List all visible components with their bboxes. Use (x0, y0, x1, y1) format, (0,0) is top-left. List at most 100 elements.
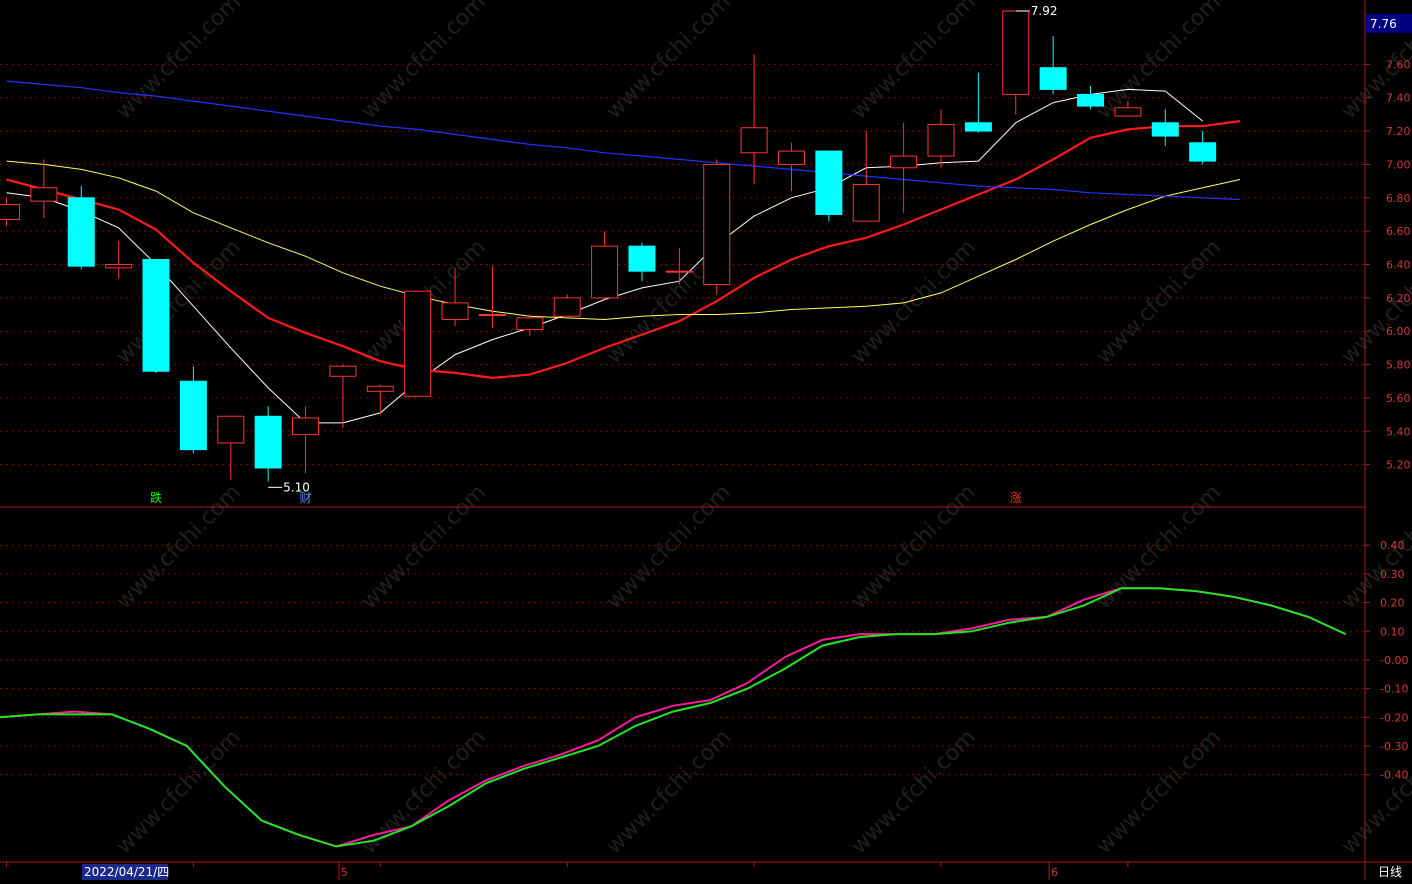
candle-body-down (67, 197, 95, 267)
watermark-text: www.cfchi.com (0, 0, 1, 124)
date-cursor-label: 2022/04/21/四 (84, 865, 169, 879)
price-panel[interactable]: 7.925.10跌财涨 (0, 4, 1241, 505)
indicator-tick-label: 0.30 (1380, 568, 1405, 581)
watermark-text: www.cfchi.com (602, 0, 736, 124)
watermark-text: www.cfchi.com (357, 0, 491, 124)
price-tick-label: 6.40 (1386, 259, 1411, 272)
candle-body-up (292, 417, 320, 436)
candle[interactable] (964, 72, 992, 133)
candle[interactable] (105, 241, 133, 278)
candle-body-up (217, 415, 245, 444)
candle[interactable] (0, 197, 20, 227)
candle-body-up (0, 203, 20, 220)
current-price-label: 7.76 (1370, 17, 1397, 31)
candle[interactable] (1077, 86, 1105, 110)
candle-body-up (366, 385, 394, 392)
watermark-text: www.cfchi.com (112, 480, 246, 614)
candle-body-up (740, 127, 768, 154)
watermark-text: www.cfchi.com (1092, 480, 1226, 614)
watermark-text: www.cfchi.com (112, 725, 246, 859)
candle-body-up (441, 302, 469, 321)
candle[interactable] (478, 266, 506, 328)
candle[interactable] (703, 159, 731, 295)
high-price-label: 7.92 (1031, 4, 1058, 18)
candle-body-up (404, 290, 432, 397)
watermark-text: www.cfchi.com (357, 480, 491, 614)
candle-body-up (30, 187, 58, 202)
candle[interactable] (890, 122, 918, 213)
candle[interactable] (1039, 36, 1067, 95)
price-tick-label: 7.60 (1386, 58, 1411, 71)
candle[interactable] (366, 384, 394, 415)
price-tick-label: 6.80 (1386, 192, 1411, 205)
candle-body-down (964, 122, 992, 132)
candle[interactable] (1189, 131, 1217, 165)
candle[interactable] (67, 186, 95, 270)
watermark-text: www.cfchi.com (602, 725, 736, 859)
candle[interactable] (292, 406, 320, 473)
price-tick-label: 5.60 (1386, 392, 1411, 405)
price-tick-label: 6.00 (1386, 325, 1411, 338)
candle[interactable] (852, 131, 880, 222)
candle-body-up (553, 297, 581, 317)
candle-body-up (478, 314, 506, 317)
candle-body-up (777, 150, 805, 165)
candle[interactable] (815, 150, 843, 222)
candle-body-up (890, 155, 918, 169)
event-marker[interactable]: 跌 (150, 490, 162, 505)
watermark-text: www.cfchi.com (1092, 725, 1226, 859)
candle-body-down (1077, 93, 1105, 107)
chart-canvas: www.cfchi.com www.cfchi.com www.cfchi.com w… (0, 0, 1412, 880)
candle[interactable] (254, 406, 282, 482)
candle-body-down (815, 150, 843, 215)
candle[interactable] (179, 366, 207, 453)
candle[interactable] (777, 142, 805, 192)
candle[interactable] (516, 314, 544, 337)
price-tick-label: 5.40 (1386, 425, 1411, 438)
watermark-text: www.cfchi.com (0, 480, 1, 614)
watermark-text: www.cfchi.com (847, 235, 981, 369)
candle-body-down (1189, 142, 1217, 162)
candle-body-up (852, 183, 880, 222)
watermark-text: www.cfchi.com (847, 725, 981, 859)
candle[interactable] (628, 242, 656, 282)
candle-body-down (628, 245, 656, 272)
watermark-text: www.cfchi.com (112, 235, 246, 369)
event-marker[interactable]: 财 (300, 491, 312, 505)
candle[interactable] (591, 231, 619, 300)
watermark-text: www.cfchi.com (602, 480, 736, 614)
watermark-layer: www.cfchi.com www.cfchi.com www.cfchi.com w… (0, 0, 1412, 859)
price-tick-label: 7.00 (1386, 158, 1411, 171)
indicator-tick-label: 0.10 (1380, 625, 1405, 638)
candle[interactable] (1002, 10, 1030, 115)
candle[interactable] (553, 294, 581, 318)
event-marker[interactable]: 涨 (1010, 490, 1022, 505)
candle-body-up (1114, 107, 1142, 117)
month-label: 6 (1051, 866, 1058, 879)
price-tick-label: 5.80 (1386, 359, 1411, 372)
period-label[interactable]: 日线 (1378, 865, 1402, 879)
indicator-tick-label: -0.40 (1380, 769, 1408, 782)
candle-body-down (179, 380, 207, 451)
watermark-text: www.cfchi.com (1092, 0, 1226, 124)
candle[interactable] (927, 109, 955, 168)
candle-body-down (254, 415, 282, 469)
candle[interactable] (329, 364, 357, 428)
candle-body-up (665, 270, 693, 273)
stock-chart-window: www.cfchi.com www.cfchi.com www.cfchi.com w… (0, 0, 1412, 880)
indicator-tick-label: 0.20 (1380, 597, 1405, 610)
price-tick-label: 5.20 (1386, 459, 1411, 472)
candle[interactable] (217, 415, 245, 480)
indicator-tick-label: -0.30 (1380, 740, 1408, 753)
candle[interactable] (142, 259, 170, 373)
price-tick-label: 6.60 (1386, 225, 1411, 238)
candle[interactable] (1151, 109, 1179, 147)
candle[interactable] (404, 290, 432, 397)
indicator-tick-label: -0.20 (1380, 711, 1408, 724)
watermark-text: www.cfchi.com (847, 480, 981, 614)
indicator-tick-label: -0.10 (1380, 683, 1408, 696)
candle-body-up (329, 365, 357, 377)
candle[interactable] (30, 159, 58, 218)
price-tick-label: 7.40 (1386, 92, 1411, 105)
watermark-text: www.cfchi.com (847, 0, 981, 124)
